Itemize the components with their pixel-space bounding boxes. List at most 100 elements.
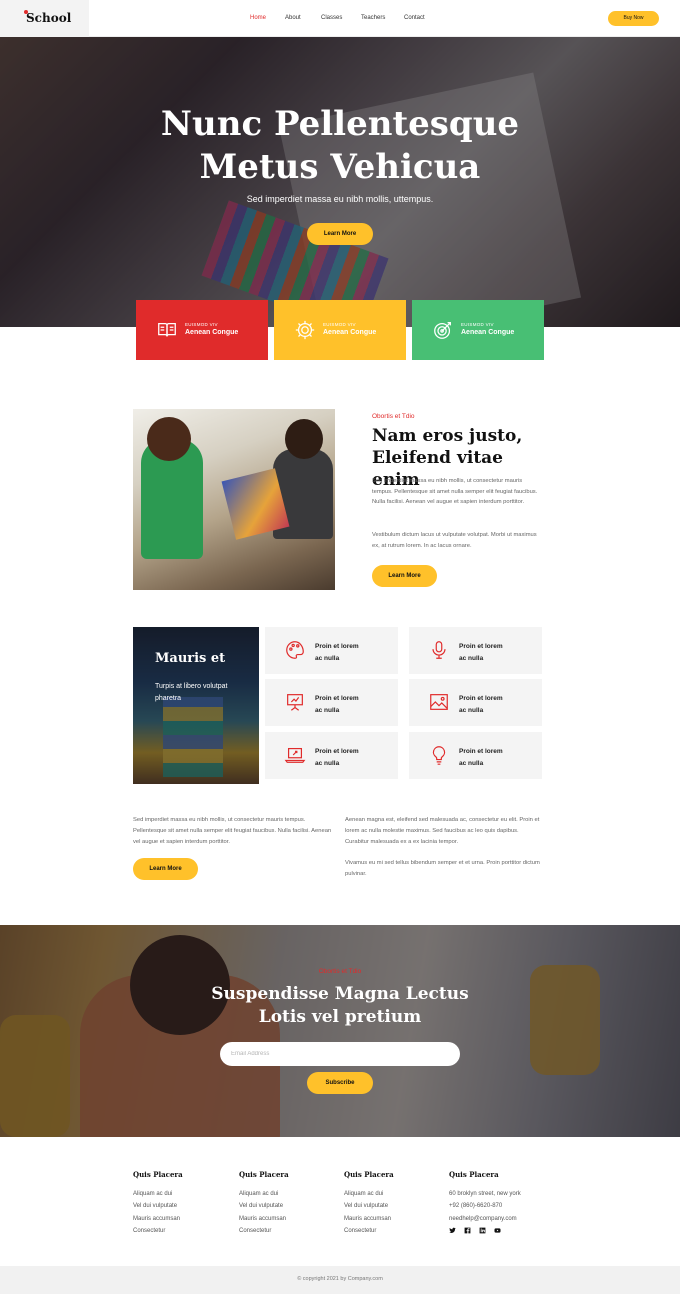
tile-label-line1: Proin et lorem bbox=[315, 695, 359, 702]
feature-title: Aenean Congue bbox=[323, 329, 377, 336]
twitter-icon[interactable] bbox=[449, 1227, 456, 1234]
newsletter-title: Suspendisse Magna Lectus Lotis vel preti… bbox=[0, 983, 680, 1029]
service-tile-label: Proin et lorem ac nulla bbox=[459, 746, 529, 769]
service-tile[interactable]: Proin et lorem ac nulla bbox=[409, 732, 542, 779]
subscribe-button[interactable]: Subscribe bbox=[307, 1072, 373, 1094]
footer-link[interactable]: Aliquam ac dui bbox=[133, 1188, 183, 1200]
text-column-right-1: Aenean magna est, eleifend sed malesuada… bbox=[345, 817, 540, 845]
feature-card-3[interactable]: EUISMOD VIV Aenean Congue bbox=[412, 300, 544, 360]
service-tile[interactable]: Proin et lorem ac nulla bbox=[265, 679, 398, 726]
text-column-left: Sed imperdiet massa eu nibh mollis, ut c… bbox=[133, 817, 332, 845]
tile-label-line2: ac nulla bbox=[459, 759, 484, 767]
picture-icon bbox=[430, 694, 448, 710]
youtube-icon[interactable] bbox=[494, 1227, 501, 1234]
service-tile-label: Proin et lorem ac nulla bbox=[459, 693, 529, 716]
services-feature-card[interactable]: Mauris et Turpis at libero volutpat phar… bbox=[133, 627, 259, 784]
nav-home[interactable]: Home bbox=[250, 15, 266, 21]
facebook-icon[interactable] bbox=[464, 1227, 471, 1234]
buy-now-button[interactable]: Buy Now bbox=[608, 11, 659, 26]
footer-column-2: Quis Placera Aliquam ac dui Vel dui vulp… bbox=[239, 1170, 289, 1237]
microphone-icon bbox=[432, 641, 446, 659]
newsletter-title-line2: Lotis vel pretium bbox=[258, 1007, 422, 1027]
service-tile[interactable]: Proin et lorem ac nulla bbox=[265, 627, 398, 674]
tile-label-line2: ac nulla bbox=[315, 706, 340, 714]
feature-kicker: EUISMOD VIV bbox=[323, 322, 356, 327]
about-title-line1: Nam eros justo, bbox=[372, 426, 523, 446]
feature-card-1[interactable]: EUISMOD VIV Aenean Congue bbox=[136, 300, 268, 360]
newsletter-kicker: Obortis et Tdio bbox=[318, 968, 362, 975]
footer-column-1: Quis Placera Aliquam ac dui Vel dui vulp… bbox=[133, 1170, 183, 1237]
about-image bbox=[133, 409, 335, 590]
image-figure bbox=[285, 419, 323, 459]
tile-label-line2: ac nulla bbox=[459, 654, 484, 662]
text-learn-more-button[interactable]: Learn More bbox=[133, 858, 198, 880]
email-input[interactable] bbox=[220, 1042, 460, 1066]
service-tile-label: Proin et lorem ac nulla bbox=[315, 641, 385, 664]
logo[interactable]: School bbox=[26, 11, 71, 25]
footer-column-title: Quis Placera bbox=[133, 1170, 183, 1179]
palette-icon bbox=[286, 641, 304, 659]
laptop-icon bbox=[284, 747, 306, 763]
tile-label-line1: Proin et lorem bbox=[315, 748, 359, 755]
footer-link[interactable]: Mauris accumsan bbox=[239, 1213, 289, 1225]
footer-link[interactable]: Consectetur bbox=[133, 1225, 183, 1237]
tile-label-line1: Proin et lorem bbox=[459, 695, 503, 702]
footer-phone[interactable]: +92 (860)-6620-870 bbox=[449, 1200, 521, 1212]
newsletter-title-line1: Suspendisse Magna Lectus bbox=[211, 984, 469, 1004]
tile-label-line1: Proin et lorem bbox=[459, 643, 503, 650]
feature-card-2[interactable]: EUISMOD VIV Aenean Congue bbox=[274, 300, 406, 360]
service-tile-label: Proin et lorem ac nulla bbox=[315, 693, 385, 716]
tile-label-line1: Proin et lorem bbox=[459, 748, 503, 755]
footer-link[interactable]: Mauris accumsan bbox=[344, 1213, 394, 1225]
footer-link[interactable]: Consectetur bbox=[344, 1225, 394, 1237]
service-tile[interactable]: Proin et lorem ac nulla bbox=[409, 679, 542, 726]
footer-link[interactable]: Mauris accumsan bbox=[133, 1213, 183, 1225]
tile-label-line2: ac nulla bbox=[459, 706, 484, 714]
hero-section: Nunc Pellentesque Metus Vehicua Sed impe… bbox=[0, 37, 680, 327]
hero-title: Nunc Pellentesque Metus Vehicua bbox=[0, 103, 680, 189]
gear-icon bbox=[295, 320, 315, 340]
about-learn-more-button[interactable]: Learn More bbox=[372, 565, 437, 587]
footer-link[interactable]: Aliquam ac dui bbox=[344, 1188, 394, 1200]
footer-address: 60 broklyn street, new york bbox=[449, 1191, 521, 1197]
tile-label-line1: Proin et lorem bbox=[315, 643, 359, 650]
nav-classes[interactable]: Classes bbox=[321, 15, 342, 21]
footer-link[interactable]: Consectetur bbox=[239, 1225, 289, 1237]
text-column-right-2: Vivamus eu mi sed tellus bibendum semper… bbox=[345, 860, 540, 877]
hero-title-line2: Metus Vehicua bbox=[199, 147, 481, 187]
feature-title: Aenean Congue bbox=[461, 329, 515, 336]
about-paragraph-2: Vestibulum dictum lacus ut vulputate vol… bbox=[372, 532, 537, 549]
social-links bbox=[449, 1227, 501, 1234]
footer-column-title: Quis Placera bbox=[344, 1170, 394, 1179]
footer-link[interactable]: Aliquam ac dui bbox=[239, 1188, 289, 1200]
newsletter-section: Obortis et Tdio Suspendisse Magna Lectus… bbox=[0, 925, 680, 1137]
service-tile[interactable]: Proin et lorem ac nulla bbox=[409, 627, 542, 674]
feature-kicker: EUISMOD VIV bbox=[461, 322, 494, 327]
nav-teachers[interactable]: Teachers bbox=[361, 15, 385, 21]
footer-column-contact: Quis Placera 60 broklyn street, new york… bbox=[449, 1170, 521, 1225]
footer-link[interactable]: Vel dui vulputate bbox=[344, 1200, 394, 1212]
book-icon bbox=[158, 322, 176, 337]
about-paragraph-1: Sed imperdiet massa eu nibh mollis, ut c… bbox=[372, 478, 538, 505]
footer-link[interactable]: Vel dui vulputate bbox=[133, 1200, 183, 1212]
copyright-text: © copyright 2021 by Company.com bbox=[297, 1276, 383, 1282]
nav-about[interactable]: About bbox=[285, 15, 301, 21]
hero-learn-more-button[interactable]: Learn More bbox=[307, 223, 373, 245]
site-header: School Home About Classes Teachers Conta… bbox=[0, 0, 680, 37]
feature-title: Aenean Congue bbox=[185, 329, 239, 336]
footer-email[interactable]: needhelp@company.com bbox=[449, 1213, 521, 1225]
linkedin-icon[interactable] bbox=[479, 1227, 486, 1234]
lightbulb-icon bbox=[432, 746, 446, 765]
target-icon bbox=[434, 322, 451, 339]
footer-link[interactable]: Vel dui vulputate bbox=[239, 1200, 289, 1212]
about-kicker: Obortis et Tdio bbox=[372, 413, 415, 420]
footer-column-3: Quis Placera Aliquam ac dui Vel dui vulp… bbox=[344, 1170, 394, 1237]
service-tile[interactable]: Proin et lorem ac nulla bbox=[265, 732, 398, 779]
tile-label-line2: ac nulla bbox=[315, 759, 340, 767]
hero-subtitle: Sed imperdiet massa eu nibh mollis, utte… bbox=[246, 194, 434, 204]
image-figure bbox=[147, 417, 191, 461]
service-tile-label: Proin et lorem ac nulla bbox=[315, 746, 385, 769]
services-feature-title: Mauris et bbox=[155, 651, 226, 666]
nav-contact[interactable]: Contact bbox=[404, 15, 425, 21]
service-tile-label: Proin et lorem ac nulla bbox=[459, 641, 529, 664]
